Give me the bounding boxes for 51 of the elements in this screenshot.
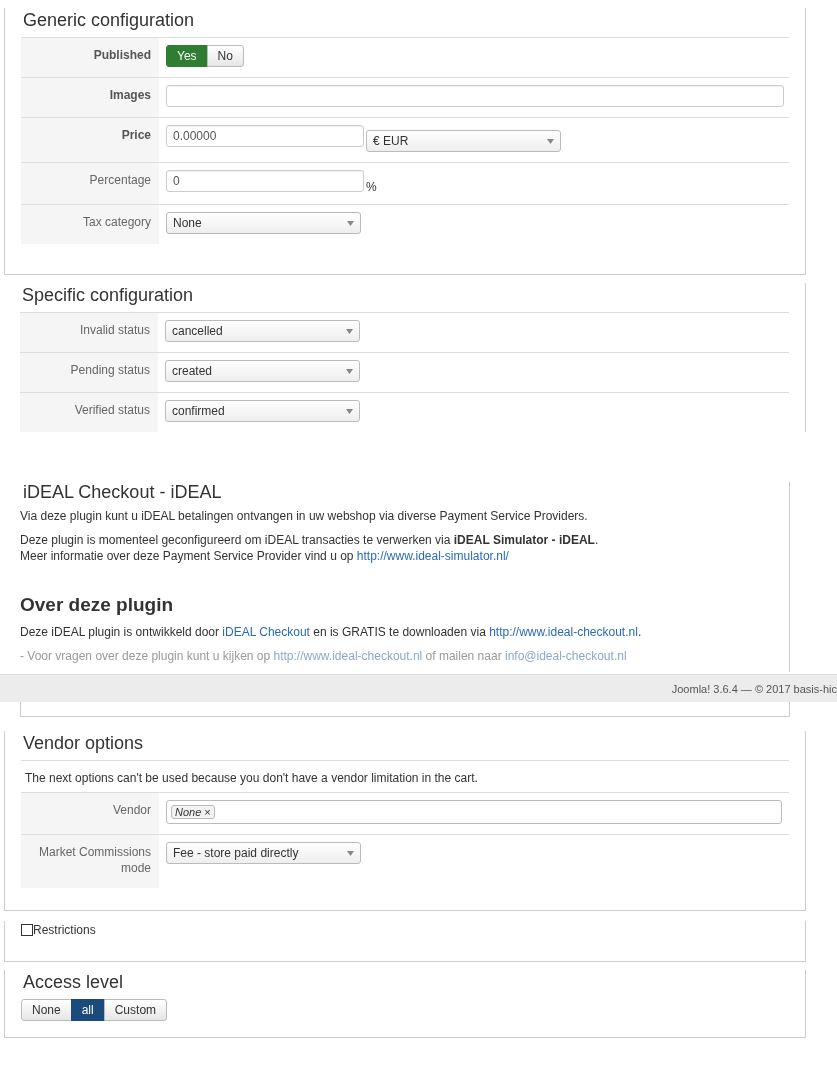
section-heading: Over deze plugin <box>20 594 175 616</box>
caret-icon <box>346 328 353 334</box>
input-field[interactable] <box>166 85 784 107</box>
caret-icon <box>346 368 353 374</box>
vendor-note: The next options can't be used because you don't have a vendor limitation in the cart. <box>21 760 789 793</box>
link[interactable]: iDEAL Checkout <box>222 625 310 639</box>
select-field[interactable]: confirmed <box>165 400 360 422</box>
currency-select[interactable]: € EUR <box>366 130 561 152</box>
footer-text: Joomla! 3.6.4 — © 2017 basis-hic <box>671 682 837 695</box>
section-title: Generic configuration <box>22 9 196 32</box>
field-label: Percentage <box>21 163 159 204</box>
checkbox[interactable] <box>21 924 33 936</box>
field-label: Vendor <box>21 793 159 834</box>
percentage-field[interactable]: 0 <box>166 170 364 192</box>
tag: None × <box>171 805 215 819</box>
field-label: Images <box>21 78 159 117</box>
remove-tag-button[interactable]: × <box>204 806 211 818</box>
tag-field[interactable]: None × <box>166 800 782 824</box>
link[interactable]: http://www.ideal-checkout.nl <box>489 625 638 639</box>
caret-icon <box>347 850 354 856</box>
select-field[interactable]: created <box>165 360 360 382</box>
field-label: Price <box>21 118 159 162</box>
caret-icon <box>347 220 354 226</box>
section-title: Specific configuration <box>21 284 195 307</box>
paragraph: - Voor vragen over deze plugin kunt u kijken op http://www.ideal-checkout.nl of mailen naar info@ideal-checkout.nl <box>20 648 628 664</box>
caret-icon <box>547 138 554 144</box>
price-field[interactable]: 0.00000 <box>166 125 364 147</box>
link[interactable]: http://www.ideal-simulator.nl/ <box>356 549 509 563</box>
field-label: Pending status <box>20 353 158 392</box>
percent-unit: % <box>366 180 377 194</box>
section-title: Vendor options <box>22 732 145 755</box>
field-label: Market Commissions mode <box>21 835 159 888</box>
toggle-option[interactable]: No <box>206 45 244 67</box>
section-title: Access level <box>22 971 125 994</box>
toggle-option[interactable]: Yes <box>166 45 208 67</box>
plugin-title: iDEAL Checkout - iDEAL <box>23 482 223 503</box>
select-field[interactable]: Fee - store paid directly <box>166 842 361 864</box>
access-option[interactable]: Custom <box>103 999 168 1021</box>
caret-icon <box>346 408 353 414</box>
field-label: Published <box>21 38 159 77</box>
field-label: Tax category <box>21 205 159 244</box>
paragraph: Deze plugin is momenteel geconfigureerd om iDEAL transacties te verwerken via iDEAL Simulator - iDEAL. Meer informatie over deze Payment Service Provider vind u op http://www.ideal-simulator.nl/ <box>20 532 600 564</box>
checkbox-label: Restrictions <box>33 923 96 937</box>
paragraph: Via deze plugin kunt u iDEAL betalingen ontvangen in uw webshop via diverse Payment Service Providers. <box>20 508 589 524</box>
select-field[interactable]: cancelled <box>165 320 360 342</box>
field-label: Verified status <box>20 393 158 432</box>
access-option[interactable]: all <box>70 999 105 1021</box>
select-field[interactable]: None <box>166 212 361 234</box>
field-label: Invalid status <box>20 313 158 352</box>
paragraph: Deze iDEAL plugin is ontwikkeld door iDEAL Checkout en is GRATIS te downloaden via http://www.ideal-checkout.nl. <box>20 624 643 640</box>
access-option[interactable]: None <box>21 999 72 1021</box>
